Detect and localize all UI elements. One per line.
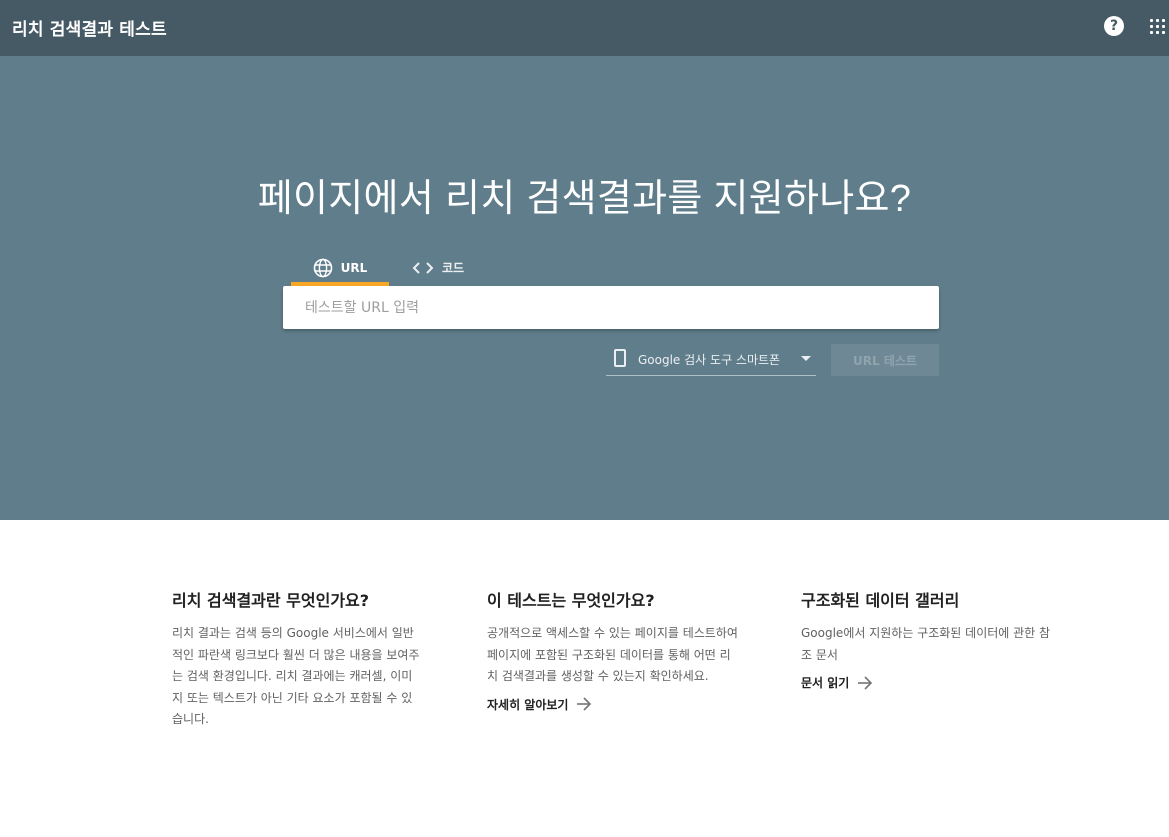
apps-grid-icon[interactable] xyxy=(1148,17,1166,35)
dropdown-caret-icon xyxy=(801,356,811,361)
arrow-right-icon xyxy=(858,675,873,690)
info-body: Google에서 지원하는 구조화된 데이터에 관한 참조 문서 xyxy=(801,626,1051,662)
tab-url-label: URL xyxy=(340,260,368,275)
info-column-rich-results: 리치 검색결과란 무엇인가요? 리치 결과는 검색 등의 Google 서비스에… xyxy=(172,587,422,731)
hero-title: 페이지에서 리치 검색결과를 지원하나요? xyxy=(257,178,912,220)
info-column-gallery: 구조화된 데이터 갤러리 Google에서 지원하는 구조화된 데이터에 관한 … xyxy=(801,587,1053,691)
info-body: 리치 결과는 검색 등의 Google 서비스에서 일반적인 파란색 링크보다 … xyxy=(172,626,420,726)
info-body: 공개적으로 액세스할 수 있는 페이지를 테스트하여 페이지에 포함된 구조화된… xyxy=(487,626,738,683)
url-input[interactable] xyxy=(283,286,939,329)
tab-code[interactable]: 코드 xyxy=(398,249,478,286)
learn-more-link[interactable]: 자세히 알아보기 xyxy=(487,696,592,713)
help-icon[interactable]: ? xyxy=(1104,16,1124,36)
learn-more-label: 자세히 알아보기 xyxy=(487,697,569,712)
hero-section: 페이지에서 리치 검색결과를 지원하나요? URL 코드 Google 검사 도… xyxy=(0,56,1169,520)
info-title: 구조화된 데이터 갤러리 xyxy=(801,591,960,610)
smartphone-icon xyxy=(614,349,626,367)
device-select[interactable]: Google 검사 도구 스마트폰 xyxy=(606,341,816,376)
code-icon xyxy=(412,261,434,274)
top-app-bar: 리치 검색결과 테스트 ? xyxy=(0,0,1169,56)
info-title: 리치 검색결과란 무엇인가요? xyxy=(172,591,370,610)
read-docs-link[interactable]: 문서 읽기 xyxy=(801,674,873,691)
app-title: 리치 검색결과 테스트 xyxy=(12,20,167,40)
tab-code-label: 코드 xyxy=(441,261,465,275)
read-docs-label: 문서 읽기 xyxy=(801,676,850,690)
info-column-test: 이 테스트는 무엇인가요? 공개적으로 액세스할 수 있는 페이지를 테스트하여… xyxy=(487,587,739,713)
tab-url[interactable]: URL xyxy=(291,249,389,286)
url-test-button[interactable]: URL 테스트 xyxy=(831,344,939,376)
arrow-right-icon xyxy=(577,697,592,711)
info-title: 이 테스트는 무엇인가요? xyxy=(487,591,655,610)
globe-icon xyxy=(313,258,332,277)
device-select-value: Google 검사 도구 스마트폰 xyxy=(638,353,781,367)
